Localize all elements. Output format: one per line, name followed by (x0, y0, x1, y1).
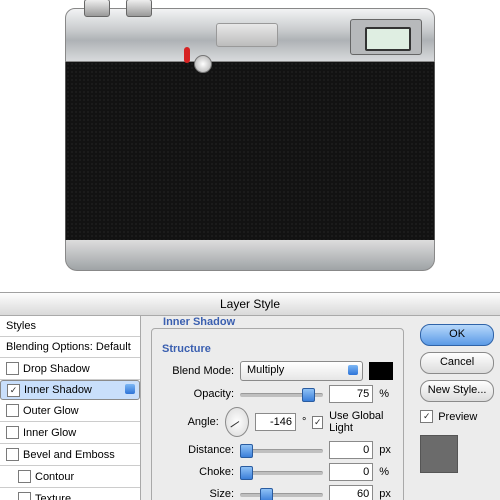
distance-slider[interactable] (240, 443, 323, 457)
dialog-title: Layer Style (0, 293, 500, 316)
effects-sidebar: Styles Blending Options: Default Drop Sh… (0, 316, 141, 500)
distance-label: Distance: (162, 444, 234, 456)
checkbox-icon[interactable] (18, 470, 31, 483)
angle-field[interactable]: -146 (255, 413, 296, 431)
checkbox-icon[interactable] (6, 404, 19, 417)
sidebar-item-blending[interactable]: Blending Options: Default (0, 337, 140, 358)
global-light-checkbox[interactable]: ✓ (312, 416, 323, 429)
choke-field[interactable]: 0 (329, 463, 373, 481)
checkbox-icon[interactable] (6, 362, 19, 375)
opacity-slider[interactable] (240, 387, 323, 401)
angle-label: Angle: (162, 416, 219, 428)
blend-mode-select[interactable]: Multiply (240, 361, 363, 381)
dialog-buttons: OK Cancel New Style... ✓ Preview (414, 316, 500, 500)
checkbox-icon[interactable]: ✓ (7, 384, 20, 397)
group-title: Inner Shadow (159, 316, 239, 328)
distance-field[interactable]: 0 (329, 441, 373, 459)
cancel-button[interactable]: Cancel (420, 352, 494, 374)
size-label: Size: (162, 488, 234, 500)
checkbox-icon[interactable] (6, 426, 19, 439)
preview-label: Preview (438, 411, 477, 423)
ok-button[interactable]: OK (420, 324, 494, 346)
angle-dial[interactable] (225, 407, 249, 437)
sidebar-item-texture[interactable]: Texture (0, 488, 140, 500)
choke-label: Choke: (162, 466, 234, 478)
checkbox-icon[interactable] (6, 448, 19, 461)
structure-label: Structure (162, 343, 393, 355)
opacity-field[interactable]: 75 (329, 385, 373, 403)
sidebar-item-drop-shadow[interactable]: Drop Shadow (0, 358, 140, 380)
size-slider[interactable] (240, 487, 323, 500)
checkbox-icon[interactable] (18, 492, 31, 500)
choke-slider[interactable] (240, 465, 323, 479)
new-style-button[interactable]: New Style... (420, 380, 494, 402)
global-light-label: Use Global Light (329, 410, 393, 434)
sidebar-item-contour[interactable]: Contour (0, 466, 140, 488)
shadow-color-swatch[interactable] (369, 362, 393, 380)
layer-style-dialog: Layer Style Styles Blending Options: Def… (0, 292, 500, 500)
size-field[interactable]: 60 (329, 485, 373, 500)
sidebar-item-inner-glow[interactable]: Inner Glow (0, 422, 140, 444)
camera-artwork (65, 8, 435, 271)
opacity-label: Opacity: (162, 388, 234, 400)
settings-panel: Inner Shadow Structure Blend Mode: Multi… (141, 316, 414, 500)
blend-mode-label: Blend Mode: (162, 365, 234, 377)
sidebar-item-bevel[interactable]: Bevel and Emboss (0, 444, 140, 466)
document-canvas (0, 0, 500, 292)
preview-swatch (420, 435, 458, 473)
sidebar-item-inner-shadow[interactable]: ✓Inner Shadow (0, 380, 140, 400)
sidebar-item-styles[interactable]: Styles (0, 316, 140, 337)
preview-checkbox[interactable]: ✓ (420, 410, 433, 423)
sidebar-item-outer-glow[interactable]: Outer Glow (0, 400, 140, 422)
